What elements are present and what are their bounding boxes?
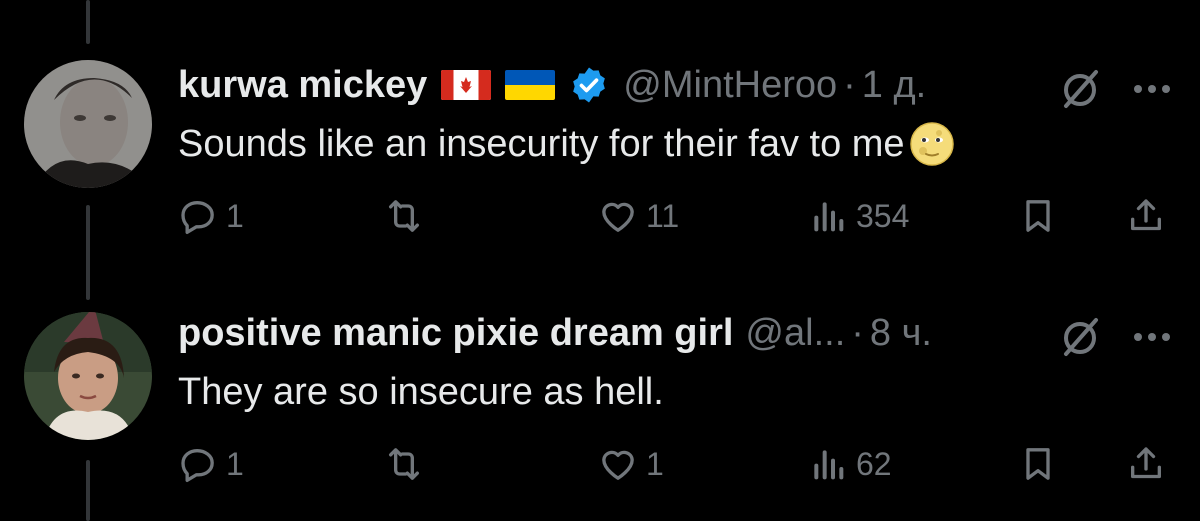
reply-icon (181, 201, 214, 234)
views-button[interactable]: 354 (808, 194, 909, 238)
repost-button[interactable] (384, 194, 432, 238)
heart-icon (602, 202, 634, 232)
heart-icon (602, 450, 634, 480)
handle[interactable]: @MintHeroo (623, 64, 837, 107)
reply-count: 1 (226, 445, 244, 482)
views-button[interactable]: 62 (808, 442, 892, 486)
handle[interactable]: @al... (745, 312, 845, 355)
tweet-text-container: Sounds like an insecurity for their fav … (178, 118, 955, 170)
display-name[interactable]: kurwa mickey (178, 64, 427, 107)
analytics-icon (814, 450, 844, 480)
verified-badge-icon[interactable] (569, 65, 609, 105)
like-button[interactable]: 11 (598, 194, 679, 238)
canada-flag-icon (441, 70, 492, 100)
bookmark-icon (1026, 448, 1050, 480)
moon-face-emoji-icon (909, 121, 955, 167)
separator-dot: · (851, 311, 864, 354)
more-options-icon[interactable] (1132, 82, 1172, 94)
tweet-text-container: They are so insecure as hell. (178, 366, 664, 418)
more-options-icon[interactable] (1132, 330, 1172, 342)
grok-icon[interactable] (1058, 314, 1102, 358)
action-bar: 1 11 354 (178, 194, 1172, 238)
action-bar: 1 1 62 (178, 442, 1172, 486)
reply-icon (181, 449, 214, 482)
share-button[interactable] (1126, 442, 1166, 486)
tweet-header: kurwa mickey @MintHeroo · 1 д. (178, 60, 1170, 110)
analytics-icon (814, 202, 844, 232)
reply-button[interactable]: 1 (178, 194, 244, 238)
tweet-1[interactable]: kurwa mickey @MintHeroo · 1 д. Sounds li… (0, 0, 1200, 260)
tweet-2[interactable]: positive manic pixie dream girl @al... ·… (0, 260, 1200, 521)
tweet-text: They are so insecure as hell. (178, 370, 664, 413)
view-count: 62 (856, 445, 892, 482)
grok-icon[interactable] (1058, 66, 1102, 110)
avatar[interactable] (24, 312, 152, 440)
repost-button[interactable] (384, 442, 432, 486)
reply-count: 1 (226, 197, 244, 234)
timestamp[interactable]: 8 ч. (870, 312, 932, 355)
bookmark-button[interactable] (1018, 194, 1058, 238)
tweet-header: positive manic pixie dream girl @al... ·… (178, 308, 1170, 358)
like-count: 11 (646, 197, 680, 234)
repost-icon (389, 200, 419, 232)
tweet-text: Sounds like an insecurity for their fav … (178, 122, 905, 165)
bookmark-button[interactable] (1018, 442, 1058, 486)
separator-dot: · (843, 63, 856, 106)
share-icon (1131, 447, 1161, 479)
ukraine-flag-icon (505, 70, 556, 100)
avatar[interactable] (24, 60, 152, 188)
share-icon (1131, 199, 1161, 231)
bookmark-icon (1026, 200, 1050, 232)
like-count: 1 (646, 445, 664, 482)
view-count: 354 (856, 197, 910, 234)
share-button[interactable] (1126, 194, 1166, 238)
repost-icon (389, 448, 419, 480)
timestamp[interactable]: 1 д. (862, 64, 926, 107)
reply-button[interactable]: 1 (178, 442, 244, 486)
like-button[interactable]: 1 (598, 442, 664, 486)
display-name[interactable]: positive manic pixie dream girl (178, 312, 733, 355)
